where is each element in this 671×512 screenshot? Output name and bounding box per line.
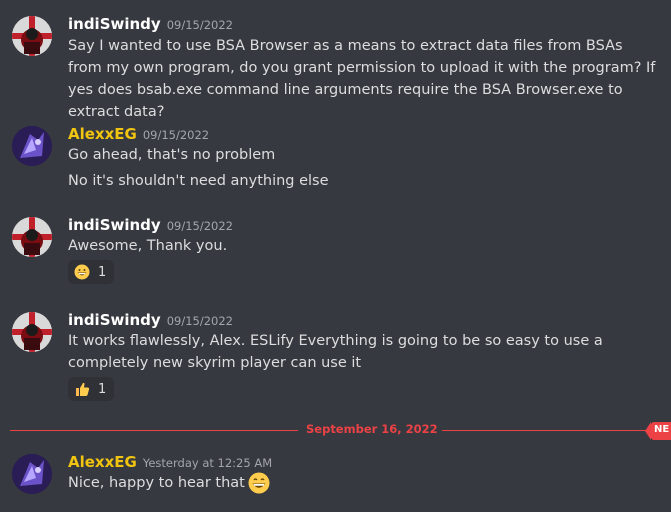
message: indiSwindy 09/15/2022 Awesome, Thank you.… bbox=[0, 215, 671, 285]
new-badge-label: NE bbox=[654, 424, 670, 435]
message-text: Nice, happy to hear that bbox=[68, 472, 658, 494]
message: AlexxEG 09/15/2022 Go ahead, that's no pr… bbox=[0, 124, 671, 194]
avatar-image bbox=[12, 217, 52, 257]
username[interactable]: indiSwindy bbox=[68, 311, 161, 329]
avatar[interactable] bbox=[12, 217, 52, 257]
reaction-count: 1 bbox=[98, 264, 107, 280]
username[interactable]: indiSwindy bbox=[68, 15, 161, 33]
avatar-image bbox=[12, 126, 52, 166]
timestamp: Yesterday at 12:25 AM bbox=[142, 456, 273, 470]
username[interactable]: indiSwindy bbox=[68, 216, 161, 234]
message-text: Go ahead, that's no problem bbox=[68, 147, 276, 163]
avatar-image bbox=[12, 312, 52, 352]
message-text: Say I wanted to use BSA Browser as a mea… bbox=[68, 38, 656, 120]
thumbs-up-icon bbox=[76, 382, 90, 396]
message: indiSwindy 09/15/2022 Say I wanted to use… bbox=[0, 14, 671, 120]
avatar[interactable] bbox=[12, 454, 52, 494]
username[interactable]: AlexxEG bbox=[68, 453, 137, 471]
avatar[interactable] bbox=[12, 126, 52, 166]
username[interactable]: AlexxEG bbox=[68, 125, 137, 143]
reaction-count: 1 bbox=[98, 381, 107, 397]
reaction-button[interactable]: 1 bbox=[68, 260, 115, 284]
message: indiSwindy 09/15/2022 It works flawlessly… bbox=[0, 310, 671, 405]
avatar[interactable] bbox=[12, 16, 52, 56]
message-text: No it's shouldn't need anything else bbox=[68, 173, 329, 189]
reaction-button[interactable]: 1 bbox=[68, 377, 115, 401]
timestamp: 09/15/2022 bbox=[166, 219, 233, 233]
timestamp: 09/15/2022 bbox=[142, 128, 210, 142]
message-text: Awesome, Thank you. bbox=[68, 238, 228, 254]
message-header: indiSwindy 09/15/2022 bbox=[68, 215, 233, 234]
avatar-image bbox=[12, 454, 52, 494]
timestamp: 09/15/2022 bbox=[166, 314, 233, 328]
message-header: indiSwindy 09/15/2022 bbox=[68, 310, 233, 329]
divider-line bbox=[10, 430, 298, 431]
date-divider: September 16, 2022 bbox=[10, 422, 671, 436]
new-messages-badge: NE bbox=[645, 422, 671, 440]
message-text-content: Nice, happy to hear that bbox=[68, 475, 245, 491]
message-header: indiSwindy 09/15/2022 bbox=[68, 14, 233, 33]
message-text: It works flawlessly, Alex. ESLify Everyt… bbox=[68, 333, 603, 371]
timestamp: 09/15/2022 bbox=[166, 18, 233, 32]
message-header: AlexxEG 09/15/2022 bbox=[68, 124, 209, 143]
grinning-face-icon bbox=[248, 472, 270, 494]
avatar-image bbox=[12, 16, 52, 56]
avatar[interactable] bbox=[12, 312, 52, 352]
divider-line bbox=[406, 430, 656, 431]
grinning-face-icon bbox=[74, 264, 90, 280]
divider-date: September 16, 2022 bbox=[302, 422, 442, 436]
message-header: AlexxEG Yesterday at 12:25 AM bbox=[68, 452, 272, 471]
message: AlexxEG Yesterday at 12:25 AM Nice, happy… bbox=[0, 452, 671, 502]
